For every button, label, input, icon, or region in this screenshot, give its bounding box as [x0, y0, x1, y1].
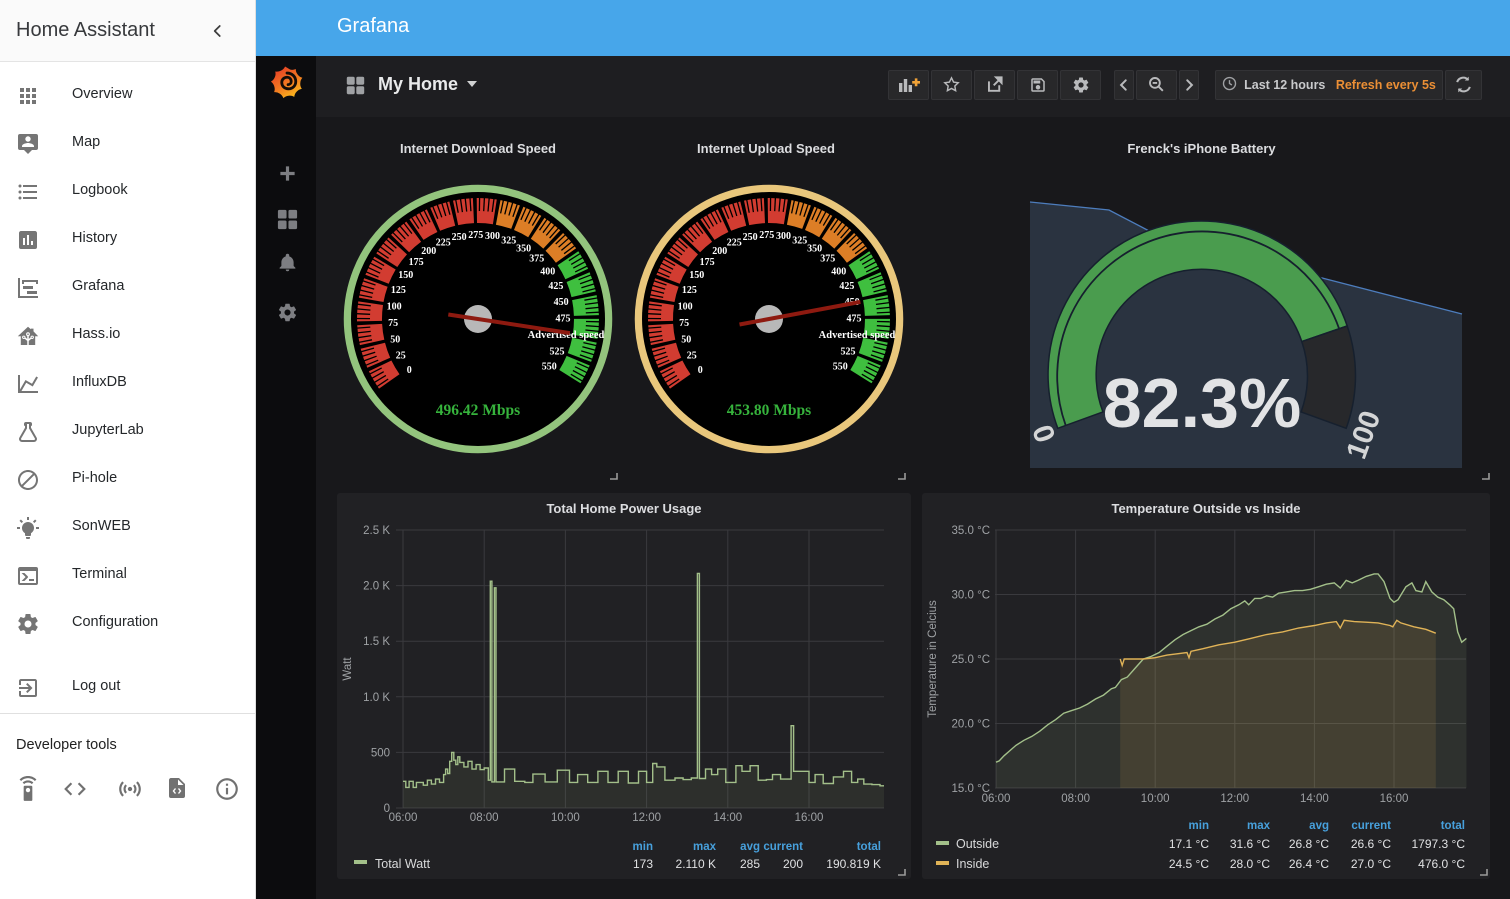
- svg-text:14:00: 14:00: [1300, 793, 1329, 805]
- svg-text:12:00: 12:00: [1220, 793, 1249, 805]
- svg-text:173: 173: [633, 857, 653, 871]
- svg-text:26.6 °C: 26.6 °C: [1351, 837, 1391, 851]
- svg-text:275: 275: [468, 230, 483, 241]
- svg-text:25.0 °C: 25.0 °C: [952, 654, 990, 666]
- svg-text:1.0 K: 1.0 K: [363, 692, 390, 704]
- svg-text:total: total: [1441, 820, 1465, 832]
- svg-text:25: 25: [396, 351, 406, 362]
- svg-text:24.5 °C: 24.5 °C: [1169, 857, 1209, 871]
- svg-text:2.5 K: 2.5 K: [363, 525, 390, 537]
- svg-text:20.0 °C: 20.0 °C: [952, 719, 990, 731]
- svg-text:06:00: 06:00: [389, 812, 418, 824]
- svg-text:25: 25: [687, 351, 697, 362]
- svg-text:300: 300: [776, 231, 791, 242]
- svg-text:50: 50: [681, 335, 691, 346]
- svg-text:Watt: Watt: [342, 657, 354, 681]
- svg-text:16:00: 16:00: [795, 812, 824, 824]
- svg-text:250: 250: [452, 232, 467, 243]
- svg-text:550: 550: [833, 361, 848, 372]
- svg-text:2.0 K: 2.0 K: [363, 581, 390, 593]
- svg-text:225: 225: [727, 237, 742, 248]
- svg-text:30.0 °C: 30.0 °C: [952, 590, 990, 602]
- svg-text:190.819 K: 190.819 K: [826, 857, 881, 871]
- svg-text:75: 75: [679, 318, 689, 329]
- svg-text:200: 200: [783, 857, 803, 871]
- svg-text:100: 100: [387, 301, 402, 312]
- svg-text:28.0 °C: 28.0 °C: [1230, 857, 1270, 871]
- svg-text:31.6 °C: 31.6 °C: [1230, 837, 1270, 851]
- svg-text:525: 525: [841, 346, 856, 357]
- svg-text:400: 400: [831, 266, 846, 277]
- svg-text:500: 500: [371, 747, 390, 759]
- svg-text:14:00: 14:00: [713, 812, 742, 824]
- svg-text:475: 475: [556, 314, 571, 325]
- svg-text:10:00: 10:00: [551, 812, 580, 824]
- svg-text:325: 325: [792, 236, 807, 247]
- svg-text:150: 150: [398, 270, 413, 281]
- svg-text:300: 300: [485, 231, 500, 242]
- svg-text:Advertised speed: Advertised speed: [819, 330, 896, 341]
- svg-text:max: max: [1247, 820, 1271, 832]
- svg-text:12:00: 12:00: [632, 812, 661, 824]
- svg-text:82.3%: 82.3%: [1103, 364, 1301, 442]
- svg-text:current: current: [1351, 820, 1391, 832]
- svg-text:0: 0: [407, 365, 412, 376]
- svg-text:175: 175: [409, 257, 424, 268]
- svg-text:75: 75: [388, 318, 398, 329]
- svg-text:27.0 °C: 27.0 °C: [1351, 857, 1391, 871]
- svg-text:Total Watt: Total Watt: [375, 857, 431, 871]
- svg-text:200: 200: [421, 246, 436, 257]
- svg-text:Temperature in Celcius: Temperature in Celcius: [927, 600, 939, 718]
- svg-text:min: min: [1189, 820, 1209, 832]
- svg-text:125: 125: [391, 285, 406, 296]
- svg-text:35.0 °C: 35.0 °C: [952, 525, 990, 537]
- svg-text:525: 525: [550, 346, 565, 357]
- svg-text:max: max: [693, 841, 717, 853]
- svg-text:08:00: 08:00: [470, 812, 499, 824]
- svg-text:125: 125: [682, 285, 697, 296]
- svg-text:total: total: [857, 841, 881, 853]
- svg-text:450: 450: [554, 297, 569, 308]
- svg-text:avg: avg: [1309, 820, 1329, 832]
- svg-text:16:00: 16:00: [1380, 793, 1409, 805]
- svg-text:Outside: Outside: [956, 837, 999, 851]
- svg-text:285: 285: [740, 857, 760, 871]
- svg-text:375: 375: [529, 254, 544, 265]
- svg-text:2.110 K: 2.110 K: [676, 857, 716, 871]
- svg-text:325: 325: [501, 236, 516, 247]
- svg-text:min: min: [633, 841, 653, 853]
- svg-text:26.8 °C: 26.8 °C: [1289, 837, 1329, 851]
- svg-text:496.42 Mbps: 496.42 Mbps: [436, 402, 520, 419]
- svg-text:550: 550: [542, 361, 557, 372]
- svg-text:175: 175: [700, 257, 715, 268]
- svg-text:10:00: 10:00: [1141, 793, 1170, 805]
- svg-text:08:00: 08:00: [1061, 793, 1090, 805]
- svg-text:375: 375: [820, 254, 835, 265]
- svg-text:17.1 °C: 17.1 °C: [1169, 837, 1209, 851]
- svg-text:26.4 °C: 26.4 °C: [1289, 857, 1329, 871]
- svg-text:1797.3 °C: 1797.3 °C: [1411, 837, 1465, 851]
- svg-text:Inside: Inside: [956, 857, 989, 871]
- svg-text:453.80 Mbps: 453.80 Mbps: [727, 402, 811, 419]
- svg-text:100: 100: [678, 301, 693, 312]
- svg-text:50: 50: [390, 335, 400, 346]
- svg-text:275: 275: [759, 230, 774, 241]
- svg-text:425: 425: [548, 281, 563, 292]
- svg-text:0: 0: [698, 365, 703, 376]
- svg-text:150: 150: [689, 270, 704, 281]
- svg-text:current: current: [763, 841, 803, 853]
- svg-text:425: 425: [839, 281, 854, 292]
- svg-text:475: 475: [847, 314, 862, 325]
- svg-text:1.5 K: 1.5 K: [363, 636, 390, 648]
- svg-text:225: 225: [436, 237, 451, 248]
- svg-text:250: 250: [743, 232, 758, 243]
- svg-text:476.0 °C: 476.0 °C: [1418, 857, 1465, 871]
- svg-text:400: 400: [540, 266, 555, 277]
- svg-text:06:00: 06:00: [982, 793, 1011, 805]
- svg-text:avg: avg: [740, 841, 760, 853]
- svg-text:200: 200: [712, 246, 727, 257]
